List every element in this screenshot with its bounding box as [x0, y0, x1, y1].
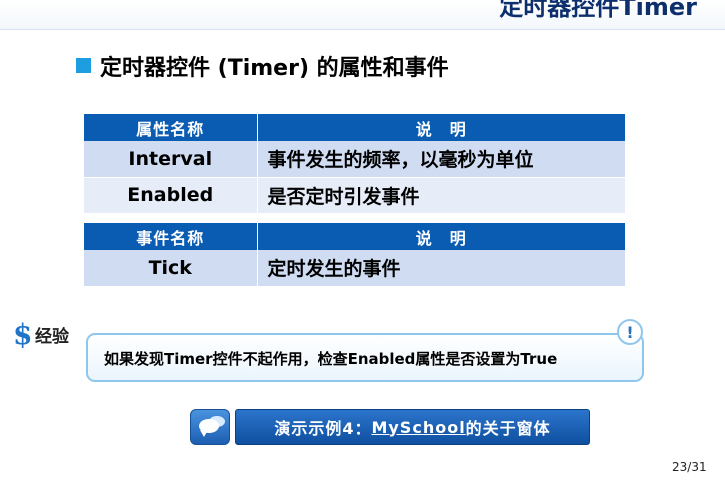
square-bullet-icon [76, 58, 91, 73]
tip-box: 如果发现Timer控件不起作用，检查Enabled属性是否设置为True [86, 333, 644, 382]
slide-heading: 定时器控件 (Timer) 的属性和事件 [100, 56, 449, 81]
demo-prefix: 演示示例4： [274, 419, 372, 438]
property-description-cell: 事件发生的频率，以毫秒为单位 [257, 141, 626, 178]
demo-suffix: 的关于窗体 [465, 419, 551, 438]
demo-example-button[interactable]: 演示示例4： MySchool 的关于窗体 [235, 409, 590, 445]
header-property-name: 属性名称 [84, 114, 258, 141]
property-name-cell: Interval [84, 141, 258, 178]
chat-bubble-icon[interactable] [190, 409, 230, 445]
property-name-cell: Enabled [84, 177, 258, 214]
demo-link[interactable]: MySchool [371, 418, 465, 437]
header-event-name: 事件名称 [84, 223, 258, 250]
event-description-cell: 定时发生的事件 [257, 250, 626, 287]
properties-table-header: 属性名称 说 明 [84, 114, 626, 141]
events-table-header: 事件名称 说 明 [84, 223, 626, 250]
tip-text: 如果发现Timer控件不起作用，检查Enabled属性是否设置为True [104, 350, 558, 368]
exclamation-icon: ! [617, 319, 643, 345]
properties-table: 属性名称 说 明 Interval 事件发生的频率，以毫秒为单位 Enabled… [84, 114, 626, 214]
experience-label: 经验 [35, 327, 69, 347]
slide-top-title: 定时器控件Timer [499, 0, 697, 21]
table-row: Tick 定时发生的事件 [84, 250, 626, 287]
table-row: Interval 事件发生的频率，以毫秒为单位 [84, 141, 626, 178]
dollar-icon: $ [13, 318, 33, 351]
property-description-cell: 是否定时引发事件 [257, 177, 626, 214]
header-description: 说 明 [257, 223, 626, 250]
event-name-cell: Tick [84, 250, 258, 287]
header-description: 说 明 [257, 114, 626, 141]
table-row: Enabled 是否定时引发事件 [84, 177, 626, 214]
events-table: 事件名称 说 明 Tick 定时发生的事件 [84, 223, 626, 287]
page-number: 23/31 [672, 460, 707, 474]
top-band: 定时器控件Timer [0, 0, 725, 30]
